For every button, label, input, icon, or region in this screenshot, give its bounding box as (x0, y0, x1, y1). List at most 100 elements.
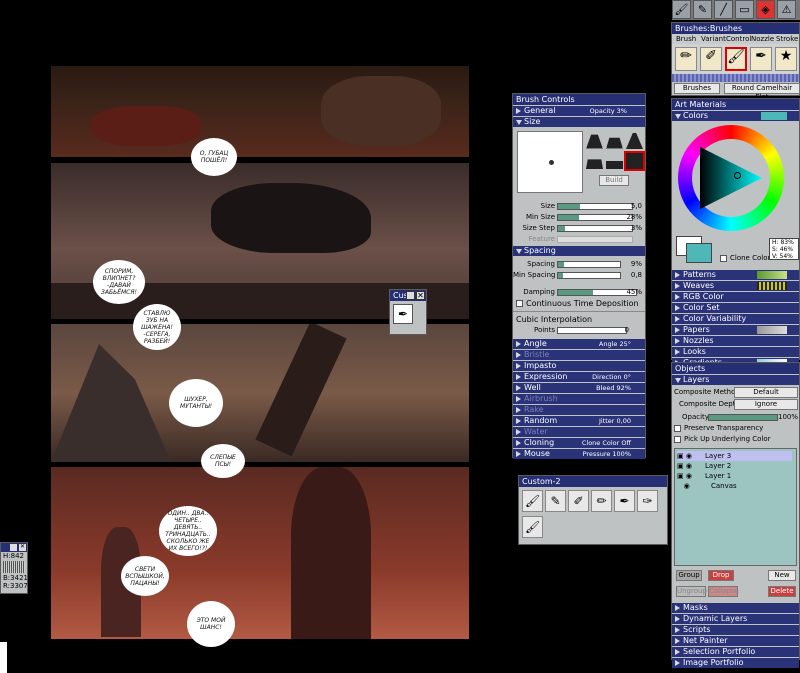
layer-item[interactable]: ◉ Canvas (677, 481, 792, 491)
custom-brush-icon[interactable]: 🖌 (522, 490, 543, 512)
objects-title[interactable]: Objects (672, 363, 799, 374)
composite-depth-select[interactable]: Ignore (734, 399, 798, 410)
document-canvas[interactable]: О, ГУБАЦ ПОШЁЛ! СПОРИМ, ВЛИПНЕТ? -ДАВАЙ … (51, 66, 469, 647)
close-icon[interactable]: ✕ (416, 291, 425, 300)
clone-color-checkbox[interactable] (720, 254, 727, 262)
section-cloning[interactable]: Cloning Clone Color Off (513, 438, 645, 448)
main-color[interactable] (686, 243, 712, 263)
art-materials-palette[interactable]: Art Materials Colors Clone Color H: 83% … (671, 98, 800, 368)
continuous-checkbox[interactable] (516, 300, 523, 307)
brush-controls-palette[interactable]: Brush Controls General Opacity 3% Size Bu… (512, 93, 646, 459)
brush-menu-nozzle[interactable]: Nozzle (751, 34, 774, 44)
pen-tool-icon[interactable]: ╱ (714, 0, 733, 19)
custom-2-title[interactable]: Custom-2 (519, 476, 667, 487)
section-patterns[interactable]: Patterns (672, 270, 799, 280)
custom-brush-icon[interactable]: ✑ (637, 490, 658, 512)
dab-profile-icon[interactable] (586, 134, 603, 149)
spacing-0-slider[interactable] (557, 261, 621, 268)
size-1-slider[interactable] (557, 214, 633, 221)
brushes-palette[interactable]: Brushes:Brushes Brush Variant Control Nozzl… (671, 22, 800, 101)
pen-icon[interactable]: ✒ (393, 304, 413, 324)
ungroup-button[interactable]: Ungroup (676, 586, 707, 597)
custom-brush-icon[interactable]: ✎ (545, 490, 566, 512)
layer-item[interactable]: ▣ ◉ Layer 1 (677, 471, 792, 481)
brush-menu-variant[interactable]: Variant (701, 34, 726, 44)
section-nozzles[interactable]: Nozzles (672, 336, 799, 346)
section-selection-portfolio[interactable]: Selection Portfolio (672, 647, 799, 657)
dab-profile-icon[interactable] (606, 137, 623, 149)
layer-item[interactable]: ▣ ◉ Layer 2 (677, 461, 792, 471)
section-impasto[interactable]: Impasto (513, 361, 645, 371)
brush-category-select[interactable]: Brushes (674, 83, 720, 94)
dropper-tool-icon[interactable]: ✎ (693, 0, 712, 19)
size-0-slider[interactable] (557, 203, 633, 210)
objects-palette[interactable]: Objects Layers Composite Method Default C… (671, 362, 800, 668)
drop-button[interactable]: Drop (708, 570, 734, 581)
preserve-row[interactable]: Preserve Transparency (672, 423, 799, 434)
section-dynamic-layers[interactable]: Dynamic Layers (672, 614, 799, 624)
section-size[interactable]: Size (513, 117, 645, 127)
color-cursor[interactable] (734, 172, 741, 179)
minimize-icon[interactable] (406, 291, 415, 300)
brush-controls-title[interactable]: Brush Controls (513, 94, 645, 105)
layer-item[interactable]: ▣ ◉ Layer 3 (677, 451, 792, 461)
section-masks[interactable]: Masks (672, 603, 799, 613)
delete-layer-button[interactable]: Delete (768, 586, 796, 597)
dab-profile-icon[interactable] (626, 133, 643, 149)
dab-profiles[interactable] (586, 133, 645, 171)
eye-icon[interactable]: ◉ (677, 481, 697, 491)
custom-2-palette[interactable]: Custom-2 🖌 ✎ ✐ ✏ ✒ ✑ 🖌 (518, 475, 668, 545)
brush-tool-icon[interactable]: 🖌 (672, 0, 691, 19)
dab-profile-icon[interactable] (586, 159, 603, 169)
camelhair-brush-icon[interactable]: 🖌 (725, 47, 747, 71)
paint-bucket-tool-icon[interactable]: ◈ (756, 0, 775, 19)
pickup-checkbox[interactable] (674, 435, 681, 443)
custom-palette-1[interactable]: Cus ✕ ✒ (389, 289, 427, 335)
custom-brush-icon[interactable]: ✏ (591, 490, 612, 512)
size-2-slider[interactable] (557, 225, 633, 232)
continuous-row[interactable]: Continuous Time Deposition (513, 298, 645, 309)
section-water[interactable]: Water (513, 427, 645, 437)
layer-list[interactable]: ▣ ◉ Layer 3 ▣ ◉ Layer 2 ▣ ◉ Layer 1 ◉ Canvas (674, 448, 797, 566)
preserve-checkbox[interactable] (674, 424, 681, 432)
brush-menu-control[interactable]: Control (726, 34, 751, 44)
section-bristle[interactable]: Bristle (513, 350, 645, 360)
custom-brush-icon[interactable]: 🖌 (522, 516, 543, 538)
eye-icon[interactable]: ▣ ◉ (677, 461, 697, 471)
section-random[interactable]: Random Jitter 0,00 (513, 416, 645, 426)
section-spacing[interactable]: Spacing (513, 246, 645, 256)
minimize-icon[interactable] (10, 544, 17, 551)
group-button[interactable]: Group (676, 570, 702, 581)
color-picker-area[interactable]: Clone Color H: 83% S: 46% V: 54% (672, 121, 799, 269)
brush-menu-brush[interactable]: Brush (676, 34, 696, 44)
section-scripts[interactable]: Scripts (672, 625, 799, 635)
hue-ring[interactable] (678, 125, 784, 231)
section-rake[interactable]: Rake (513, 405, 645, 415)
section-papers[interactable]: Papers (672, 325, 799, 335)
section-expression[interactable]: Expression Direction 0° (513, 372, 645, 382)
points-slider[interactable] (557, 327, 627, 334)
section-mouse[interactable]: Mouse Pressure 100% (513, 449, 645, 459)
rectangle-tool-icon[interactable]: ▭ (735, 0, 754, 19)
section-general[interactable]: General Opacity 3% (513, 106, 645, 116)
pencil-brush-icon[interactable]: ✏ (675, 47, 697, 71)
section-rgb-color[interactable]: RGB Color (672, 292, 799, 302)
warning-tool-icon[interactable]: ⚠ (777, 0, 796, 19)
section-color-set[interactable]: Color Set (672, 303, 799, 313)
brush-scroll-strip[interactable] (672, 74, 799, 82)
dab-profile-icon[interactable] (606, 161, 623, 169)
eye-icon[interactable]: ▣ ◉ (677, 451, 697, 461)
custom-brush-icon[interactable]: ✐ (568, 490, 589, 512)
brushes-title[interactable]: Brushes:Brushes (672, 23, 799, 34)
collapse-button[interactable]: Collapse (708, 586, 739, 597)
section-colors[interactable]: Colors (672, 111, 799, 121)
section-well[interactable]: Well Bleed 92% (513, 383, 645, 393)
section-angle[interactable]: Angle Angle 25° (513, 339, 645, 349)
section-layers[interactable]: Layers (672, 375, 799, 385)
clone-color-row[interactable]: Clone Color (720, 254, 770, 262)
section-image-portfolio[interactable]: Image Portfolio (672, 658, 799, 668)
section-color-variability[interactable]: Color Variability (672, 314, 799, 324)
composite-method-select[interactable]: Default (734, 387, 798, 398)
custom-brush-icon[interactable]: ✒ (614, 490, 635, 512)
brush-menu-stroke[interactable]: Stroke (776, 34, 798, 44)
